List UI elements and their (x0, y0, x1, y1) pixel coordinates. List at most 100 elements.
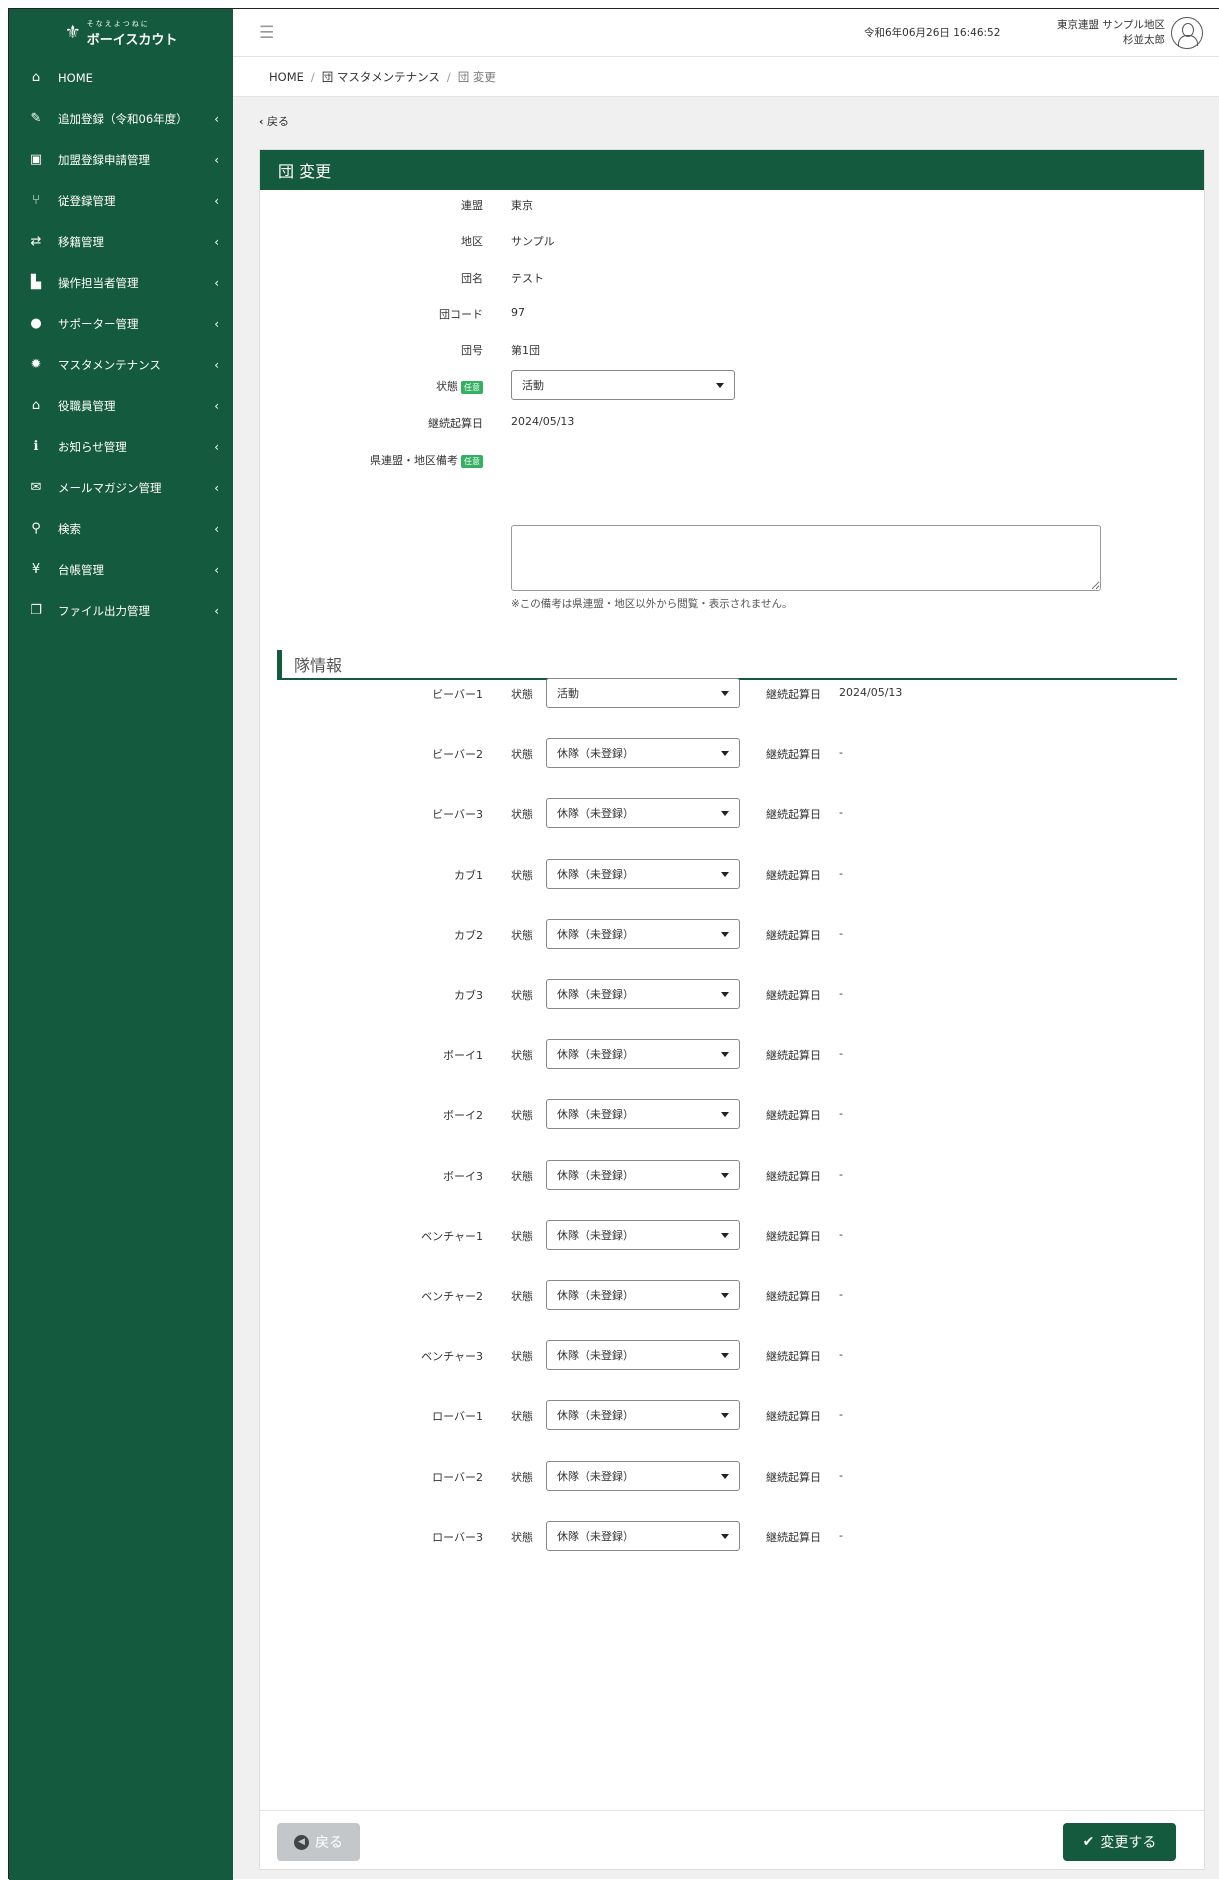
caret-down-icon (721, 1353, 729, 1359)
caret-down-icon (721, 992, 729, 997)
back-link[interactable]: ‹ 戻る (259, 113, 289, 129)
sidebar-item[interactable]: ✉ メールマガジン管理 ‹ (9, 467, 233, 508)
unit-status-label: 状態 (511, 1350, 533, 1364)
caret-down-icon (721, 1413, 729, 1419)
memo-textarea[interactable] (511, 525, 1101, 591)
unit-status-label: 状態 (511, 748, 533, 762)
danmei-value: テスト (511, 272, 544, 285)
menu-toggle-icon[interactable]: ☰ (259, 23, 274, 43)
submit-button-label: 変更する (1100, 1835, 1157, 1851)
sidebar-item-label: 検索 (58, 521, 81, 536)
unit-status-label: 状態 (511, 1169, 533, 1183)
unit-name: ボーイ2 (443, 1109, 483, 1123)
unit-row: ベンチャー3 状態 休隊（未登録） 継続起算日 - (260, 1340, 1206, 1371)
unit-name: ベンチャー2 (421, 1290, 483, 1303)
sidebar-item[interactable]: ⌂ HOME (9, 57, 233, 98)
optional-badge: 任意 (461, 380, 483, 394)
breadcrumb-home[interactable]: HOME (269, 70, 304, 84)
unit-name: ビーバー1 (432, 688, 483, 701)
sidebar-item-label: ファイル出力管理 (58, 603, 150, 618)
check-icon: ✔ (1082, 1834, 1095, 1850)
unit-date-label: 継続起算日 (766, 1049, 821, 1063)
avatar-icon[interactable] (1171, 17, 1203, 49)
sidebar-item[interactable]: ▣ 加盟登録申請管理 ‹ (9, 139, 233, 180)
logo-title: ボーイスカウト (86, 32, 178, 48)
status-select[interactable]: 活動 (511, 370, 735, 400)
sidebar-item[interactable]: ¥ 台帳管理 ‹ (9, 549, 233, 590)
sidebar-item[interactable]: ✎ 追加登録（令和06年度） ‹ (9, 98, 233, 139)
chevron-left-icon: ‹ (214, 480, 219, 495)
unit-date-label: 継続起算日 (766, 748, 821, 762)
unit-name: カブ1 (454, 868, 483, 882)
breadcrumb-separator: / (310, 69, 315, 84)
caret-down-icon (721, 1172, 729, 1178)
chevron-left-icon: ‹ (214, 603, 219, 618)
unit-status-select[interactable]: 休隊（未登録） (546, 1280, 740, 1310)
user-organization: 東京連盟 サンプル地区 (1056, 19, 1165, 31)
chiku-label: 地区 (461, 235, 483, 248)
unit-row: カブ1 状態 休隊（未登録） 継続起算日 - (260, 858, 1206, 889)
sidebar-item[interactable]: ⑂ 従登録管理 ‹ (9, 180, 233, 221)
unit-status-select[interactable]: 休隊（未登録） (546, 858, 740, 889)
unit-date-label: 継続起算日 (766, 1229, 821, 1243)
unit-status-select[interactable]: 休隊（未登録） (546, 979, 740, 1009)
sidebar-item[interactable]: ⌂ 役職員管理 ‹ (9, 385, 233, 426)
unit-status-select[interactable]: 休隊（未登録） (546, 1400, 740, 1431)
sidebar-item[interactable]: ℹ お知らせ管理 ‹ (9, 426, 233, 467)
unit-status-label: 状態 (511, 1229, 533, 1243)
unit-name: ベンチャー3 (421, 1350, 483, 1364)
unit-date-label: 継続起算日 (766, 688, 821, 701)
chevron-left-icon: ‹ (259, 115, 264, 128)
sidebar-item[interactable]: ⇄ 移籍管理 ‹ (9, 221, 233, 262)
caret-down-icon (721, 1473, 729, 1479)
unit-date-value: - (839, 926, 843, 940)
submit-button[interactable]: ✔ 変更する (1063, 1823, 1176, 1861)
unit-date-value: - (839, 746, 843, 760)
unit-status-select[interactable]: 休隊（未登録） (546, 918, 740, 949)
unit-row: ローバー2 状態 休隊（未登録） 継続起算日 - (260, 1460, 1206, 1491)
edit-card: 団 変更 連盟 東京 地区 サンプル 団名 テスト 団コード 97 団号 第1団… (259, 149, 1205, 1870)
unit-status-label: 状態 (511, 1290, 533, 1303)
sidebar-item[interactable]: ▙ 操作担当者管理 ‹ (9, 262, 233, 303)
unit-status-select[interactable]: 活動 (546, 678, 740, 708)
sidebar-item[interactable]: ⚲ 検索 ‹ (9, 508, 233, 549)
unit-row: ボーイ1 状態 休隊（未登録） 継続起算日 - (260, 1039, 1206, 1070)
unit-status-select[interactable]: 休隊（未登録） (546, 798, 740, 829)
unit-date-value: - (839, 1528, 843, 1542)
unit-status-select[interactable]: 休隊（未登録） (546, 1039, 740, 1070)
unit-date-label: 継続起算日 (766, 1410, 821, 1424)
unit-status-select[interactable]: 休隊（未登録） (546, 738, 740, 769)
unit-row: ローバー3 状態 休隊（未登録） 継続起算日 - (260, 1520, 1206, 1551)
status-label: 状態 (436, 380, 458, 393)
user-info: 東京連盟 サンプル地区 杉並太郎 (1041, 18, 1165, 48)
top-bar: ☰ 令和6年06月26日 16:46:52 東京連盟 サンプル地区 杉並太郎 (233, 9, 1219, 57)
breadcrumb-parent[interactable]: 団 マスタメンテナンス (322, 69, 440, 85)
sidebar-item[interactable]: ❐ ファイル出力管理 ‹ (9, 590, 233, 631)
unit-date-value: - (839, 1348, 843, 1362)
unit-date-label: 継続起算日 (766, 928, 821, 942)
logo-subtitle: そなえよつねに (86, 19, 150, 28)
chiku-value: サンプル (511, 235, 555, 248)
unit-status-select[interactable]: 休隊（未登録） (546, 1340, 740, 1371)
unit-row: ビーバー1 状態 活動 継続起算日 2024/05/13 (260, 678, 1206, 708)
unit-name: カブ3 (454, 989, 483, 1002)
unit-status-value: 休隊（未登録） (557, 1228, 634, 1242)
unit-status-select[interactable]: 休隊（未登録） (546, 1520, 740, 1551)
user-icon: ● (30, 316, 42, 331)
logo[interactable]: ⚜ そなえよつねに ボーイスカウト (9, 9, 233, 57)
unit-status-value: 休隊（未登録） (557, 927, 634, 941)
unit-date-label: 継続起算日 (766, 1530, 821, 1544)
unit-status-select[interactable]: 休隊（未登録） (546, 1099, 740, 1130)
sidebar-item[interactable]: ● サポーター管理 ‹ (9, 303, 233, 344)
sidebar-item[interactable]: ✹ マスタメンテナンス ‹ (9, 344, 233, 385)
unit-status-select[interactable]: 休隊（未登録） (546, 1159, 740, 1190)
unit-status-select[interactable]: 休隊（未登録） (546, 1219, 740, 1250)
chevron-left-icon: ‹ (214, 398, 219, 413)
unit-status-select[interactable]: 休隊（未登録） (546, 1460, 740, 1491)
unit-status-value: 休隊（未登録） (557, 1108, 634, 1122)
back-button[interactable]: ◀ 戻る (277, 1823, 360, 1861)
section-title: 隊情報 (277, 650, 1177, 680)
chevron-left-icon: ‹ (214, 193, 219, 208)
sidebar-item-label: お知らせ管理 (58, 439, 127, 454)
breadcrumb-separator: / (446, 69, 451, 84)
